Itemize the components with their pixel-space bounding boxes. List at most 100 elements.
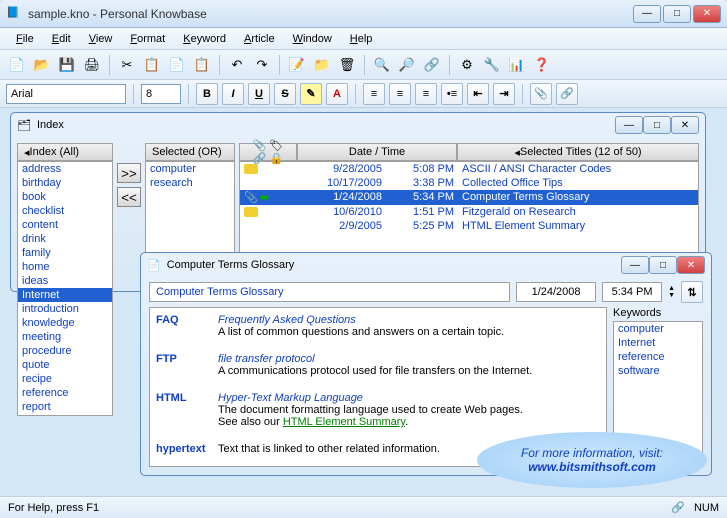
table-row[interactable]: 10/6/20101:51 PMFitzgerald on Research	[240, 205, 698, 219]
keyword-item[interactable]: reference	[614, 350, 702, 364]
bold-button[interactable]: B	[196, 83, 218, 105]
time-down-button[interactable]: ▼	[668, 292, 675, 299]
article-time-input[interactable]: 5:34 PM	[602, 282, 662, 302]
cut-icon[interactable]: ✂	[116, 54, 138, 76]
move-left-button[interactable]: <<	[117, 187, 141, 207]
keyword-item[interactable]: Internet	[614, 336, 702, 350]
link-icon[interactable]: 🔗	[421, 54, 443, 76]
statusbar: For Help, press F1 🔗 NUM	[0, 496, 727, 518]
list-item[interactable]: Internet	[18, 288, 112, 302]
article-nav-button[interactable]: ⇅	[681, 281, 703, 303]
titles-table[interactable]: 9/28/20055:08 PMASCII / ANSI Character C…	[239, 161, 699, 256]
find-icon[interactable]: 🔍	[371, 54, 393, 76]
new-article-icon[interactable]: 📝	[286, 54, 308, 76]
help-icon[interactable]: ❓	[531, 54, 553, 76]
open-icon[interactable]: 📂	[31, 54, 53, 76]
font-combo[interactable]: Arial	[6, 84, 126, 104]
align-center-button[interactable]: ≡	[389, 83, 411, 105]
list-item[interactable]: checklist	[18, 204, 112, 218]
time-up-button[interactable]: ▲	[668, 285, 675, 292]
list-item[interactable]: introduction	[18, 302, 112, 316]
trash-icon[interactable]: 🗑	[336, 54, 358, 76]
index-all-header[interactable]: ◂ Index (All)	[17, 143, 113, 161]
menu-file[interactable]: File	[8, 30, 42, 48]
font-color-button[interactable]: A	[326, 83, 348, 105]
align-left-button[interactable]: ≡	[363, 83, 385, 105]
col-icons[interactable]: 📎 🏷 🔗 🔒	[239, 143, 297, 161]
tool-c-icon[interactable]: 📊	[506, 54, 528, 76]
insert-icon[interactable]: 📎	[530, 83, 552, 105]
outdent-button[interactable]: ⇤	[467, 83, 489, 105]
menu-edit[interactable]: Edit	[44, 30, 79, 48]
list-item[interactable]: reference	[18, 386, 112, 400]
article-date-input[interactable]: 1/24/2008	[516, 282, 596, 302]
highlight-button[interactable]: ✎	[300, 83, 322, 105]
index-maximize-button[interactable]: □	[643, 116, 671, 134]
list-item[interactable]: computer	[146, 162, 234, 176]
folder-icon[interactable]: 📁	[311, 54, 333, 76]
undo-icon[interactable]: ↶	[226, 54, 248, 76]
paste-icon[interactable]: 📄	[166, 54, 188, 76]
col-datetime[interactable]: Date / Time	[297, 143, 457, 161]
selected-header[interactable]: Selected (OR)	[145, 143, 235, 161]
list-item[interactable]: research	[146, 176, 234, 190]
index-all-list[interactable]: addressbirthdaybookchecklistcontentdrink…	[17, 161, 113, 416]
list-item[interactable]: knowledge	[18, 316, 112, 330]
close-button[interactable]: ✕	[693, 5, 721, 23]
find-next-icon[interactable]: 🔎	[396, 54, 418, 76]
keyword-item[interactable]: software	[614, 364, 702, 378]
table-row[interactable]: 9/28/20055:08 PMASCII / ANSI Character C…	[240, 162, 698, 176]
paste-special-icon[interactable]: 📋	[191, 54, 213, 76]
table-row[interactable]: 2/9/20055:25 PMHTML Element Summary	[240, 219, 698, 233]
tool-a-icon[interactable]: ⚙	[456, 54, 478, 76]
keyword-item[interactable]: computer	[614, 322, 702, 336]
print-icon[interactable]: 🖨	[81, 54, 103, 76]
menu-article[interactable]: Article	[236, 30, 283, 48]
maximize-button[interactable]: □	[663, 5, 691, 23]
size-combo[interactable]: 8	[141, 84, 181, 104]
tool-b-icon[interactable]: 🔧	[481, 54, 503, 76]
indent-button[interactable]: ⇥	[493, 83, 515, 105]
move-right-button[interactable]: >>	[117, 163, 141, 183]
menu-help[interactable]: Help	[342, 30, 381, 48]
list-item[interactable]: content	[18, 218, 112, 232]
copy-icon[interactable]: 📋	[141, 54, 163, 76]
save-icon[interactable]: 💾	[56, 54, 78, 76]
list-item[interactable]: quote	[18, 358, 112, 372]
article-maximize-button[interactable]: □	[649, 256, 677, 274]
list-item[interactable]: home	[18, 260, 112, 274]
index-close-button[interactable]: ✕	[671, 116, 699, 134]
list-item[interactable]: drink	[18, 232, 112, 246]
article-minimize-button[interactable]: —	[621, 256, 649, 274]
list-item[interactable]: ideas	[18, 274, 112, 288]
align-right-button[interactable]: ≡	[415, 83, 437, 105]
list-item[interactable]: book	[18, 190, 112, 204]
list-item[interactable]: birthday	[18, 176, 112, 190]
attach-icon[interactable]: 🔗	[556, 83, 578, 105]
redo-icon[interactable]: ↷	[251, 54, 273, 76]
menu-window[interactable]: Window	[285, 30, 340, 48]
table-row[interactable]: 10/17/20093:38 PMCollected Office Tips	[240, 176, 698, 190]
list-item[interactable]: meeting	[18, 330, 112, 344]
article-title-input[interactable]: Computer Terms Glossary	[149, 282, 510, 302]
menu-format[interactable]: Format	[122, 30, 173, 48]
list-item[interactable]: address	[18, 162, 112, 176]
list-item[interactable]: procedure	[18, 344, 112, 358]
info-bubble: For more information, visit: www.bitsmit…	[477, 432, 707, 488]
bullets-button[interactable]: •≡	[441, 83, 463, 105]
menu-view[interactable]: View	[81, 30, 121, 48]
list-item[interactable]: recipe	[18, 372, 112, 386]
menu-keyword[interactable]: Keyword	[175, 30, 234, 48]
format-toolbar: Arial 8 B I U S ✎ A ≡ ≡ ≡ •≡ ⇤ ⇥ 📎 🔗	[0, 80, 727, 108]
strike-button[interactable]: S	[274, 83, 296, 105]
list-item[interactable]: family	[18, 246, 112, 260]
new-icon[interactable]: 📄	[6, 54, 28, 76]
minimize-button[interactable]: —	[633, 5, 661, 23]
list-item[interactable]: report	[18, 400, 112, 414]
underline-button[interactable]: U	[248, 83, 270, 105]
table-row[interactable]: 📎⬌1/24/20085:34 PMComputer Terms Glossar…	[240, 190, 698, 205]
col-titles[interactable]: ◂ Selected Titles (12 of 50)	[457, 143, 699, 161]
article-close-button[interactable]: ✕	[677, 256, 705, 274]
index-minimize-button[interactable]: —	[615, 116, 643, 134]
italic-button[interactable]: I	[222, 83, 244, 105]
